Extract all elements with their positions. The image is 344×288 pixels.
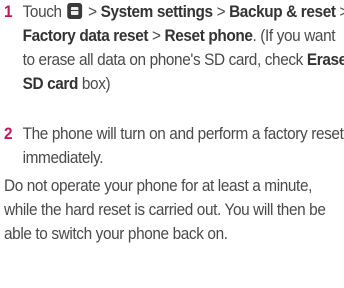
step-2: 2 The phone will turn on and perform a f… — [4, 122, 344, 170]
step-text-touch: Touch — [22, 3, 62, 21]
step-1: 1 Touch > System settings > Backup & res… — [4, 0, 344, 122]
step-number: 1 — [4, 3, 13, 21]
instructions-page: 1 Touch > System settings > Backup & res… — [4, 0, 344, 246]
separator: > — [88, 3, 97, 21]
separator: > — [339, 3, 344, 21]
warning-paragraph: Do not operate your phone for at least a… — [4, 177, 326, 243]
step-note-end: box) — [81, 75, 111, 93]
reset-phone-label: Reset phone — [164, 27, 253, 45]
system-settings-label: System settings — [100, 3, 213, 21]
step-number: 2 — [4, 125, 13, 143]
backup-reset-label: Backup & reset — [229, 3, 336, 21]
factory-data-reset-label: Factory data reset — [22, 27, 149, 45]
separator: > — [216, 3, 226, 21]
step-text: The phone will turn on and perform a fac… — [22, 125, 344, 167]
menu-icon — [67, 3, 83, 19]
separator: > — [152, 27, 161, 45]
